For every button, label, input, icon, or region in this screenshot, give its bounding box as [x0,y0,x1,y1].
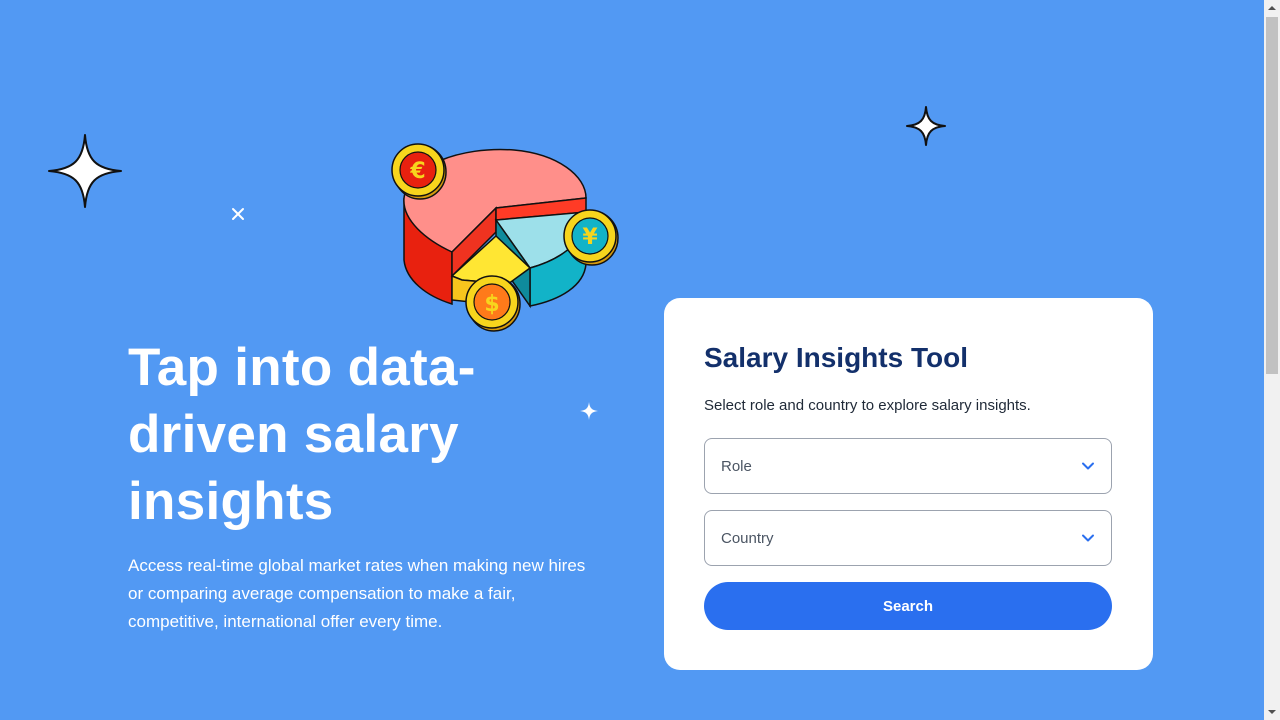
scroll-down-arrow-icon[interactable] [1264,704,1280,720]
vertical-scrollbar[interactable] [1264,0,1280,720]
hero-subtitle: Access real-time global market rates whe… [128,556,586,631]
chevron-down-icon [1082,462,1094,470]
svg-text:$: $ [484,292,499,317]
chevron-down-icon [1082,534,1094,542]
salary-tool-card: Salary Insights Tool Select role and cou… [664,298,1153,670]
sparkle-icon [232,208,244,220]
search-button[interactable]: Search [704,582,1112,630]
euro-coin-icon: € [391,143,447,200]
role-select-label: Role [721,458,752,475]
svg-text:€: € [409,159,425,184]
sparkle-icon [906,106,946,146]
hero-title: Tap into data-driven salary insights [128,338,476,531]
role-select[interactable]: Role [704,438,1112,494]
scroll-up-arrow-icon[interactable] [1264,0,1280,16]
country-select[interactable]: Country [704,510,1112,566]
pie-chart-illustration: € ¥ $ [391,143,619,332]
dollar-coin-icon: $ [465,275,521,332]
card-title: Salary Insights Tool [704,342,968,373]
svg-text:¥: ¥ [582,225,598,250]
sparkle-icon [48,134,122,208]
scrollbar-thumb[interactable] [1266,17,1278,374]
country-select-label: Country [721,530,774,547]
page: € ¥ $ Tap into data-driven salary insigh… [0,0,1264,720]
card-description: Select role and country to explore salar… [704,397,1031,414]
